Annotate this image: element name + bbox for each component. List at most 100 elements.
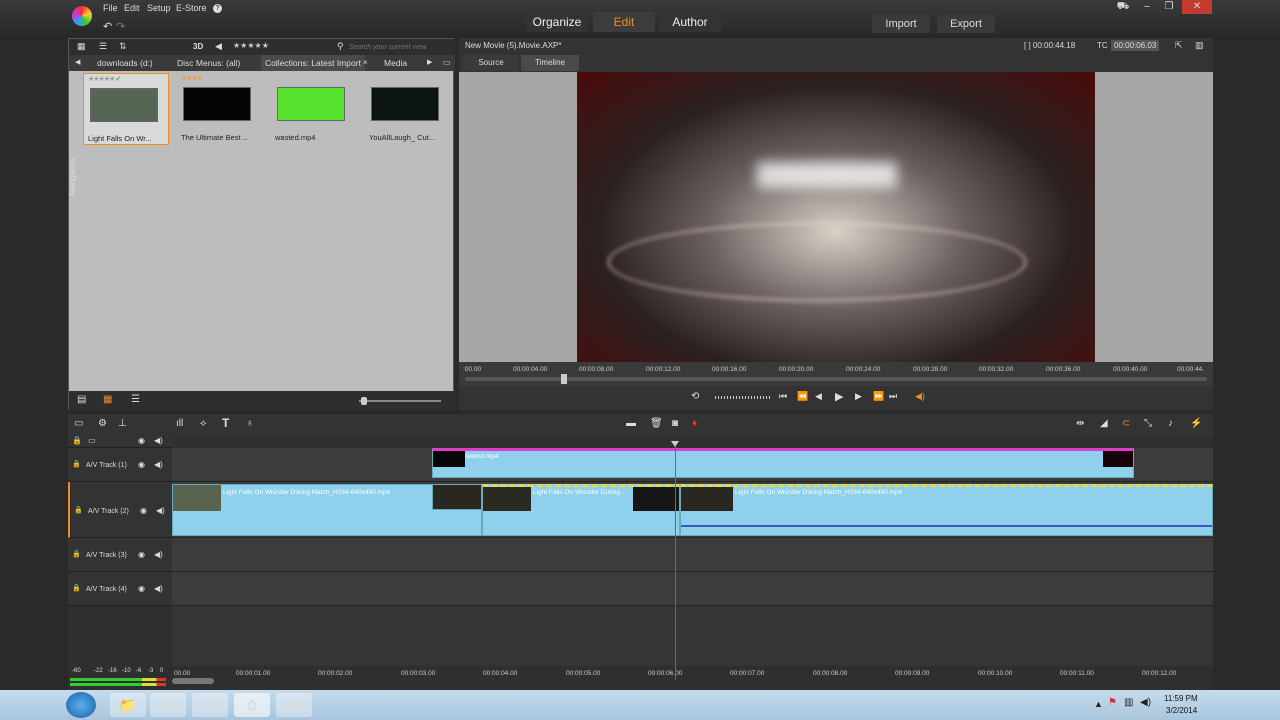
list-view-icon[interactable]: ☰ xyxy=(99,41,107,52)
close-button[interactable]: ✕ xyxy=(1182,0,1212,14)
menu-file[interactable]: File xyxy=(103,3,118,13)
tray-network-icon[interactable]: ▥ xyxy=(1124,697,1133,708)
track-lane-1[interactable]: rewind.mp4 xyxy=(172,448,1213,482)
rating-filter-stars[interactable]: ★★★★★ xyxy=(233,41,269,50)
cart-icon[interactable]: ⛟ xyxy=(1112,0,1134,14)
step-back-icon[interactable]: ◀ xyxy=(815,391,822,402)
timecode-field[interactable]: 00:00:06.03 xyxy=(1111,40,1160,51)
navigation-strip[interactable]: Navigation xyxy=(68,56,80,386)
preview-monitor-icon[interactable]: ▭ xyxy=(88,436,96,445)
redo-icon[interactable]: ↷ xyxy=(116,20,125,33)
zoom-slider[interactable] xyxy=(359,400,441,402)
tray-arrow-icon[interactable]: ▲ xyxy=(1094,699,1103,709)
visibility-icon[interactable]: ◉ xyxy=(138,550,145,559)
tab-disc-menus[interactable]: Disc Menus: (all) xyxy=(173,55,244,71)
shuttle-control[interactable] xyxy=(715,396,771,399)
library-clip[interactable]: YouAllLaugh_ Cut... xyxy=(365,73,451,145)
lock-icon[interactable]: 🔒 xyxy=(72,584,81,592)
track-header-3[interactable]: 🔒 A/V Track (3) ◉ ◀) xyxy=(68,538,172,572)
start-button-icon[interactable] xyxy=(66,692,96,718)
marker-icon[interactable]: ♦ xyxy=(692,418,697,429)
dynamic-length-icon[interactable]: ⚡ xyxy=(1190,418,1202,429)
tray-volume-icon[interactable]: ◀) xyxy=(1140,697,1151,708)
settings-gear-icon[interactable]: ⚙ xyxy=(98,418,107,429)
clock-date[interactable]: 3/2/2014 xyxy=(1166,706,1197,715)
sort-icon[interactable]: ⇅ xyxy=(119,41,127,52)
help-icon[interactable]: ? xyxy=(213,4,222,13)
tab-timeline[interactable]: Timeline xyxy=(521,55,579,71)
snapshot-icon[interactable]: ◙ xyxy=(672,418,678,429)
visibility-all-icon[interactable]: ◉ xyxy=(138,436,145,445)
zoom-slider-handle[interactable] xyxy=(361,397,367,405)
tab-downloads[interactable]: downloads (d:) xyxy=(93,55,157,71)
mute-all-icon[interactable]: ◀) xyxy=(154,436,163,445)
undo-icon[interactable]: ↶ xyxy=(103,20,112,33)
prev-frame-icon[interactable]: ⏪ xyxy=(797,391,808,402)
track-options-icon[interactable]: ⊥ xyxy=(118,418,127,429)
play-button-icon[interactable]: ▶ xyxy=(835,390,843,403)
view-3d-toggle[interactable]: 3D xyxy=(193,42,203,51)
expand-icon[interactable]: ▥ xyxy=(1195,40,1204,51)
timeline-clip[interactable]: Light Falls On Wrestler During Match_H26… xyxy=(680,484,1213,536)
track-lane-4[interactable] xyxy=(172,572,1213,606)
audio-scrub-icon[interactable]: ♪ xyxy=(1168,418,1173,429)
app-globe-icon[interactable]: ◎ xyxy=(192,693,228,717)
clip-rating[interactable]: ★★★★★ ✔ xyxy=(88,75,121,83)
go-to-start-icon[interactable]: ⏮ xyxy=(779,391,787,402)
audio-mixer-icon[interactable]: ıll xyxy=(176,418,183,429)
audio-icon[interactable]: ◀) xyxy=(156,506,165,515)
restore-button[interactable]: ❐ xyxy=(1158,0,1180,14)
chrome-icon[interactable]: ◉ xyxy=(150,693,186,717)
folder-icon[interactable]: ▤ xyxy=(77,394,86,405)
tab-edit[interactable]: Edit xyxy=(593,12,655,32)
lock-all-icon[interactable]: 🔒 xyxy=(72,436,82,445)
playhead[interactable] xyxy=(675,444,676,680)
trim-icon[interactable]: ⤡ xyxy=(1144,418,1152,429)
scrubber-track[interactable] xyxy=(465,377,1207,381)
scrubber-handle[interactable] xyxy=(561,374,567,384)
photo-app-icon[interactable]: ▦ xyxy=(276,693,312,717)
explorer-icon[interactable]: 📁 xyxy=(110,693,146,717)
timeline-empty-area[interactable] xyxy=(172,606,1213,666)
audio-icon[interactable]: ◀) xyxy=(154,584,163,593)
storyboard-icon[interactable]: ▭ xyxy=(74,418,83,429)
export-button[interactable]: Export xyxy=(937,15,995,33)
import-button[interactable]: Import xyxy=(872,15,930,33)
track-header-2[interactable]: 🔒 A/V Track (2) ◉ ◀) xyxy=(68,482,172,538)
transform-icon[interactable]: ⟡ xyxy=(200,418,207,429)
minimize-button[interactable]: – xyxy=(1136,0,1158,14)
track-lane-3[interactable] xyxy=(172,538,1213,572)
menu-edit[interactable]: Edit xyxy=(124,3,140,13)
panel-expand-icon[interactable]: ▭ xyxy=(439,55,455,71)
volume-icon[interactable]: ◀) xyxy=(915,391,925,402)
tab-scroll-right-icon[interactable]: ▶ xyxy=(423,55,436,71)
visibility-icon[interactable]: ◉ xyxy=(138,460,145,469)
library-icon[interactable]: ▦ xyxy=(77,41,86,52)
ripple-icon[interactable]: ◢ xyxy=(1100,418,1108,429)
tab-source[interactable]: Source xyxy=(463,55,519,71)
track-lane-2[interactable]: Light Falls On Wrestler During Match_H26… xyxy=(172,482,1213,538)
title-text-icon[interactable]: T xyxy=(222,416,229,430)
pinnacle-taskbar-icon[interactable]: ✿ xyxy=(234,693,270,717)
grid-view-icon[interactable]: ▦ xyxy=(103,394,112,405)
lock-icon[interactable]: 🔒 xyxy=(72,460,81,468)
search-icon[interactable]: ⚲ xyxy=(337,41,344,52)
clock-time[interactable]: 11:59 PM xyxy=(1164,694,1198,703)
visibility-icon[interactable]: ◉ xyxy=(138,584,145,593)
tab-media[interactable]: Media xyxy=(380,55,411,71)
menu-estore[interactable]: E-Store xyxy=(176,3,207,13)
stereo-icon[interactable]: ◀ xyxy=(215,41,222,52)
lock-icon[interactable]: 🔒 xyxy=(72,550,81,558)
fullscreen-icon[interactable]: ⇱ xyxy=(1175,40,1183,51)
timeline-scrollbar[interactable] xyxy=(172,678,214,684)
app-logo-icon[interactable] xyxy=(72,6,92,26)
timeline-clip[interactable]: rewind.mp4 xyxy=(432,448,1134,478)
tab-author[interactable]: Author xyxy=(659,12,721,32)
playhead-handle[interactable] xyxy=(671,441,679,447)
snap-icon[interactable]: ⊂ xyxy=(1122,418,1130,429)
tab-organize[interactable]: Organize xyxy=(526,12,588,32)
clip-rating[interactable]: ★★★★ xyxy=(181,74,203,82)
tab-collections[interactable]: Collections: Latest Import xyxy=(261,55,365,71)
library-clip[interactable]: ★★★★★ ✔ Light Falls On Wr... xyxy=(83,73,169,145)
loop-icon[interactable]: ⟲ xyxy=(691,391,699,402)
